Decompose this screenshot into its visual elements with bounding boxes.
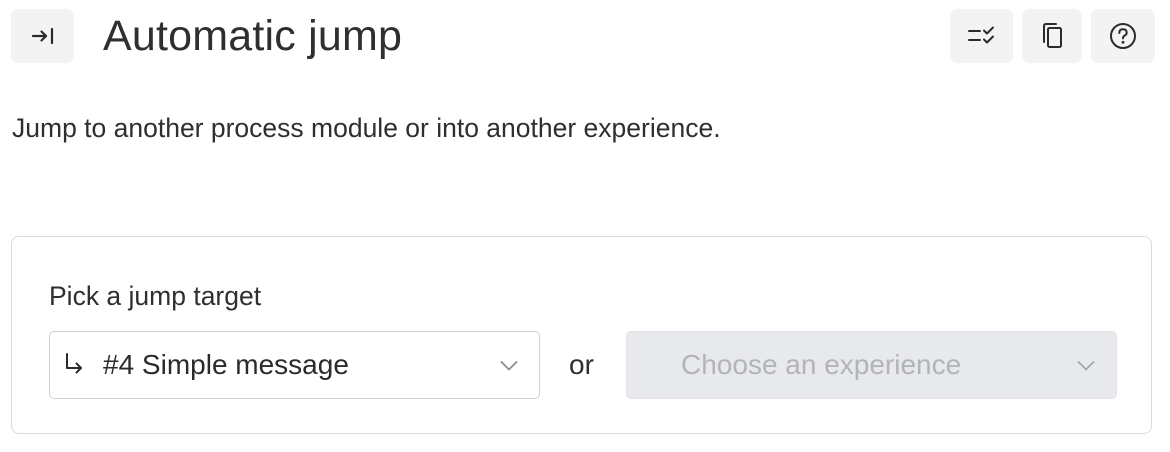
jump-target-select[interactable]: #4 Simple message: [49, 331, 540, 399]
or-separator: or: [569, 349, 594, 380]
chevron-down-icon: [1077, 359, 1095, 377]
jump-target-value: #4 Simple message: [103, 349, 349, 380]
collapse-right-icon: [30, 26, 56, 46]
help-circle-icon: [1109, 22, 1137, 50]
experience-select-placeholder: Choose an experience: [681, 349, 962, 380]
panel-description: Jump to another process module or into a…: [12, 113, 721, 143]
help-button[interactable]: [1091, 9, 1155, 63]
page-title: Automatic jump: [103, 12, 403, 60]
checklist-icon: [967, 25, 997, 47]
collapse-panel-button[interactable]: [11, 9, 74, 63]
return-arrow-icon: [62, 350, 86, 383]
jump-target-label: Pick a jump target: [49, 281, 262, 311]
checklist-button[interactable]: [950, 9, 1013, 63]
copy-icon: [1040, 22, 1064, 50]
duplicate-button[interactable]: [1022, 9, 1082, 63]
jump-target-card: Pick a jump target #4 Simple message or …: [11, 236, 1152, 434]
chevron-down-icon: [500, 359, 518, 377]
experience-select[interactable]: Choose an experience: [626, 331, 1117, 399]
automatic-jump-panel: Automatic jump Jump to another process m…: [0, 0, 1170, 452]
